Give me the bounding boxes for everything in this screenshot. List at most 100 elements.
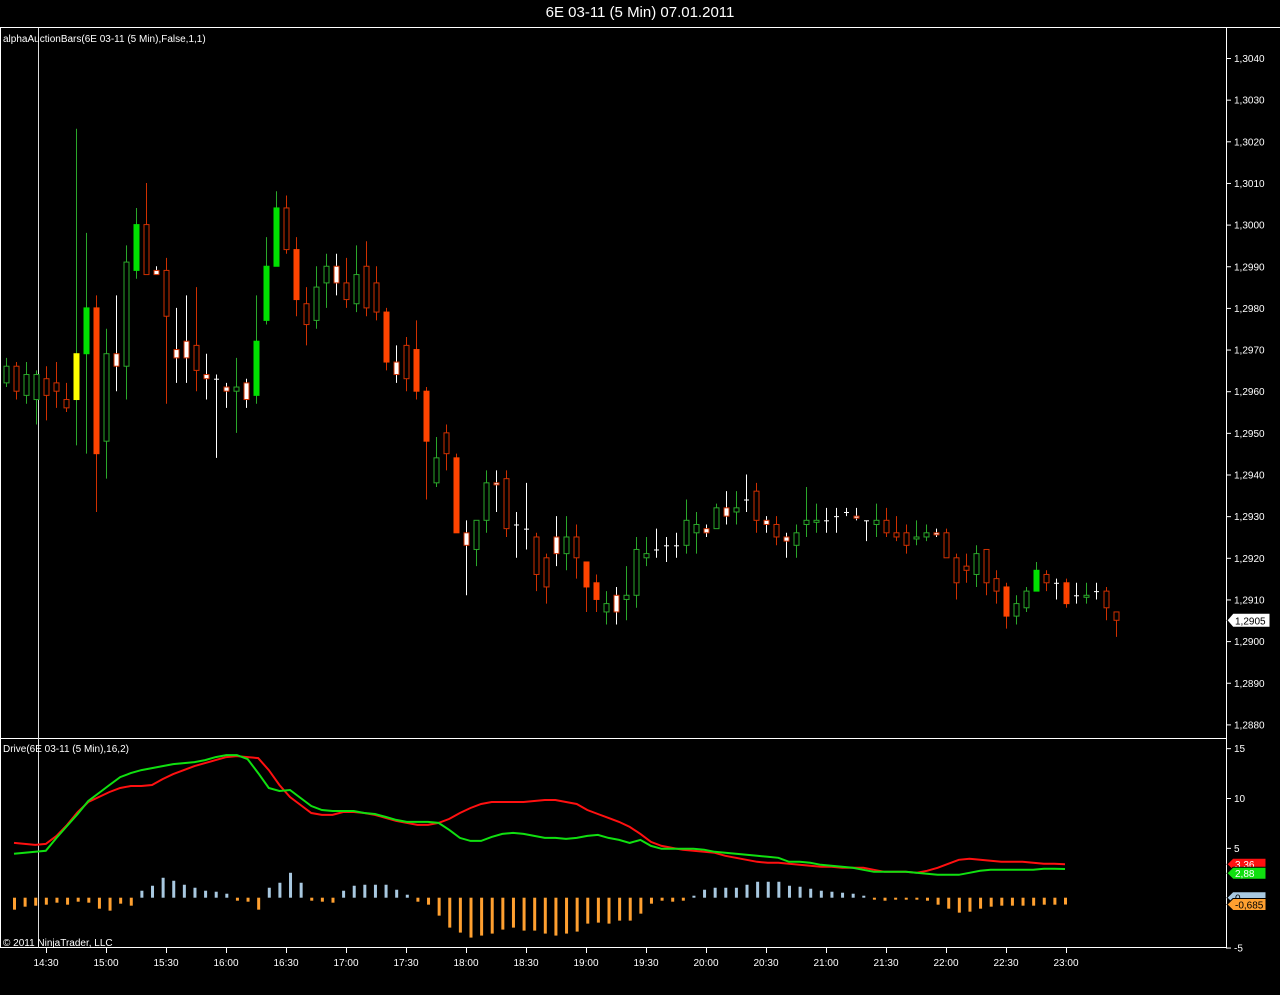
candle-body [753,490,760,521]
copyright-text: © 2011 NinjaTrader, LLC [3,938,113,949]
candle-body [613,594,620,613]
drive-panel-label: Drive(6E 03-11 (5 Min),16,2) [3,744,129,755]
histogram-bar [883,897,887,901]
candle-body [873,519,880,525]
candle-body [1043,573,1050,584]
candle-body [233,386,240,392]
candle-body [153,269,160,276]
x-tick-label: 20:00 [693,958,718,969]
candle-body [43,378,50,396]
histogram-bar [798,886,802,898]
x-tick-label: 22:30 [993,958,1018,969]
candle-body [813,519,820,523]
candle-body [203,374,210,380]
histogram-bar [1000,897,1004,906]
price-tick-label: 1,2950 [1234,429,1265,440]
candle-body [803,519,810,525]
drive-tick-label: 10 [1234,794,1246,805]
x-tick-label: 22:00 [933,958,958,969]
candle-body [1083,594,1090,598]
candle-body [303,303,310,326]
histogram-bar [257,897,261,910]
histogram-bar [225,893,229,898]
candle-body [133,224,140,271]
candle-body [963,565,970,571]
candle-body [183,340,190,359]
histogram-bar [830,891,834,898]
candle-body [433,457,440,484]
histogram-bar [373,884,377,898]
candle-body [363,265,370,309]
candle-body [783,536,790,542]
candle-body [473,519,480,550]
histogram-bar [55,897,59,903]
chart-canvas[interactable]: alphaAuctionBars(6E 03-11 (5 Min),False,… [0,0,1280,995]
candle-body [503,478,510,530]
histogram-bar [448,897,452,928]
histogram-bar [342,890,346,898]
x-tick-label: 19:00 [573,958,598,969]
x-tick-label: 14:30 [33,958,58,969]
x-tick-label: 23:00 [1053,958,1078,969]
price-tick-label: 1,2970 [1234,346,1265,357]
histogram-bar [384,884,388,898]
drive-y-axis: 151050-5 [1226,744,1246,955]
histogram-bar [34,897,38,906]
drive-red-line [13,755,1066,874]
candle-body [293,249,300,301]
histogram-bar [596,897,600,923]
candle-body [763,519,770,525]
histogram-bar [151,885,155,898]
candle-body [403,344,410,380]
histogram-bar [575,897,579,932]
x-tick-label: 20:30 [753,958,778,969]
candle-body [883,519,890,534]
candle-body [373,282,380,313]
candle-body [123,261,130,367]
drive-green-line [13,754,1066,876]
histogram-bar [618,897,622,921]
histogram-bar [129,897,133,906]
candle-body [383,311,390,363]
histogram-bar [872,897,876,900]
price-tick-label: 1,2930 [1234,512,1265,523]
x-tick-label: 15:30 [153,958,178,969]
candle-body [943,532,950,559]
candle-body [973,553,980,575]
price-tick-label: 1,2890 [1234,679,1265,690]
candle-body [1063,582,1070,605]
candle-body [493,482,500,486]
candle-body [253,340,260,396]
histogram-bar [1042,897,1046,905]
histogram-bar [511,897,515,928]
histogram-bar [97,897,101,909]
histogram-bar [235,897,239,901]
histogram-bar [140,890,144,898]
candle-body [143,224,150,276]
histogram-bar [777,881,781,898]
histogram-bar [23,897,27,907]
histogram-bar [979,897,983,909]
histogram-bar [586,897,590,924]
candle-body [193,344,200,371]
x-tick-label: 16:30 [273,958,298,969]
candle-body [593,582,600,600]
histogram-bar [819,890,823,898]
histogram-bar [161,877,165,898]
histogram-bar [671,897,675,902]
drive-histogram [13,872,1067,938]
histogram-bar [851,893,855,898]
candle-body [553,536,560,555]
candle-body [543,557,550,588]
candle-body [1003,586,1010,617]
histogram-bar [756,881,760,898]
candle-body [273,207,280,267]
candle-body [93,307,100,455]
price-tick-label: 1,2960 [1234,387,1265,398]
candle-body [73,353,80,401]
axis-value-tags: 1,29053,362,880-0,685 [1226,612,1271,912]
candle-body [953,557,960,584]
candle-body [773,523,780,538]
histogram-bar [989,897,993,907]
histogram-bar [490,897,494,934]
